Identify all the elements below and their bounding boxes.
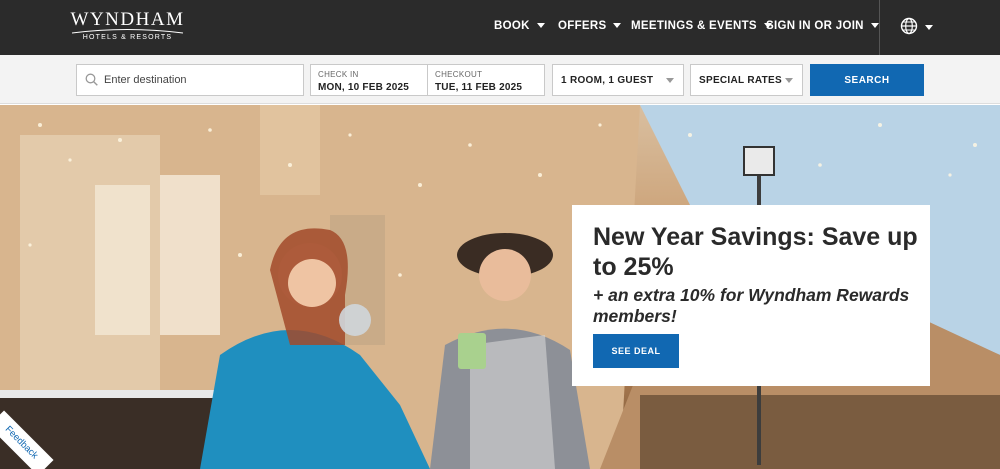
promo-headline: New Year Savings: Save up to 25% (593, 223, 918, 281)
checkout-label: CHECKOUT (435, 70, 483, 79)
promo-subline: + an extra 10% for Wyndham Rewards membe… (593, 285, 910, 326)
chevron-down-icon (613, 23, 622, 29)
logo-subtitle: HOTELS & RESORTS (82, 34, 173, 41)
destination-field[interactable] (76, 64, 304, 96)
chevron-down-icon (666, 78, 674, 83)
logo-swoosh-icon (71, 29, 184, 34)
check-in-field[interactable]: CHECK IN MON, 10 FEB 2025 (310, 64, 428, 96)
destination-input[interactable] (104, 65, 299, 95)
nav-book-label: BOOK (494, 20, 530, 32)
chevron-down-icon (785, 78, 793, 83)
promo-card: New Year Savings: Save up to 25% + an ex… (572, 205, 930, 386)
checkout-value: TUE, 11 FEB 2025 (435, 82, 523, 93)
top-nav: WYNDHAM HOTELS & RESORTS BOOK OFFERS MEE… (0, 0, 1000, 55)
nav-book[interactable]: BOOK (494, 20, 545, 32)
search-button[interactable]: SEARCH (810, 64, 924, 96)
nav-meetings-events[interactable]: MEETINGS & EVENTS (631, 20, 772, 32)
special-rates-select[interactable]: SPECIAL RATES (690, 64, 803, 96)
rooms-guests-value: 1 ROOM, 1 GUEST (561, 75, 654, 86)
chevron-down-icon (870, 23, 879, 29)
nav-divider (879, 0, 880, 55)
nav-sign-in-label: SIGN IN OR JOIN (766, 20, 864, 32)
check-in-value: MON, 10 FEB 2025 (318, 82, 410, 93)
chevron-down-icon (925, 25, 933, 30)
rooms-guests-select[interactable]: 1 ROOM, 1 GUEST (552, 64, 684, 96)
search-icon (85, 73, 98, 86)
see-deal-button[interactable]: SEE DEAL (593, 334, 679, 368)
special-rates-value: SPECIAL RATES (699, 75, 782, 86)
chevron-down-icon (536, 23, 545, 29)
nav-sign-in-or-join[interactable]: SIGN IN OR JOIN (766, 20, 879, 32)
check-in-label: CHECK IN (318, 70, 359, 79)
language-selector[interactable] (900, 17, 934, 37)
globe-icon (900, 17, 918, 35)
booking-search-bar: CHECK IN MON, 10 FEB 2025 CHECKOUT TUE, … (0, 55, 1000, 104)
nav-offers-label: OFFERS (558, 20, 607, 32)
nav-meetings-events-label: MEETINGS & EVENTS (631, 20, 757, 32)
checkout-field[interactable]: CHECKOUT TUE, 11 FEB 2025 (427, 64, 545, 96)
wyndham-logo[interactable]: WYNDHAM HOTELS & RESORTS (70, 10, 185, 46)
hero-banner: New Year Savings: Save up to 25% + an ex… (0, 105, 1000, 469)
nav-offers[interactable]: OFFERS (558, 20, 622, 32)
